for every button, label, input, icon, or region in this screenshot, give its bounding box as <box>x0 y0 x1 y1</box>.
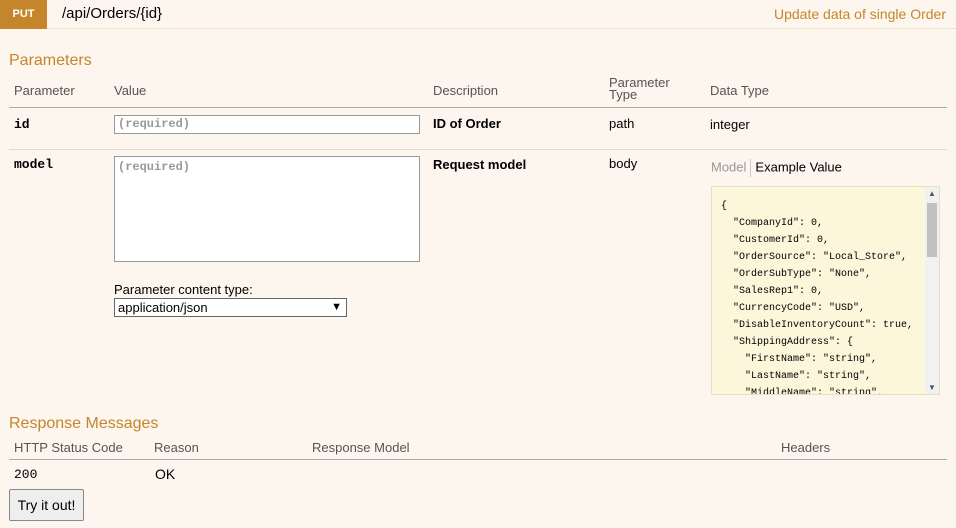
response-status-code: 200 <box>14 467 38 482</box>
column-http-status-code: HTTP Status Code <box>14 440 123 455</box>
content-type-select[interactable]: application/json ▼ <box>114 298 347 317</box>
tab-example-value[interactable]: Example Value <box>755 159 841 174</box>
column-parameter: Parameter <box>14 83 75 98</box>
param-name-model: model <box>14 157 54 172</box>
example-value-snippet[interactable]: { "CompanyId": 0, "CustomerId": 0, "Orde… <box>711 186 940 395</box>
content-type-value: application/json <box>118 300 208 315</box>
param-datatype-id: integer <box>710 117 750 132</box>
try-it-out-button[interactable]: Try it out! <box>9 489 84 521</box>
param-type-id: path <box>609 116 635 131</box>
endpoint-path[interactable]: /api/Orders/{id} <box>62 5 162 22</box>
response-messages-heading: Response Messages <box>9 415 159 432</box>
column-description: Description <box>433 83 499 98</box>
param-description-id: ID of Order <box>433 116 501 131</box>
tab-model[interactable]: Model <box>711 159 746 174</box>
column-parameter-type: Parameter Type <box>609 75 670 102</box>
chevron-down-icon: ▼ <box>331 301 342 313</box>
response-reason: OK <box>155 466 176 482</box>
column-response-model: Response Model <box>312 440 410 455</box>
column-value: Value <box>114 83 147 98</box>
snippet-scrollbar[interactable]: ▲ ▼ <box>925 187 939 394</box>
tab-separator <box>750 159 752 177</box>
response-header-divider <box>9 459 947 460</box>
example-json: { "CompanyId": 0, "CustomerId": 0, "Orde… <box>721 201 914 395</box>
http-method-badge: PUT <box>0 0 47 29</box>
column-data-type: Data Type <box>710 83 770 98</box>
scroll-up-arrow-icon[interactable]: ▲ <box>928 189 936 198</box>
param-type-model: body <box>609 156 638 171</box>
column-headers: Headers <box>781 440 831 455</box>
model-tabs: Model Example Value <box>711 159 842 177</box>
operation-header[interactable]: PUT /api/Orders/{id} Update data of sing… <box>0 0 956 29</box>
scroll-thumb[interactable] <box>927 203 937 257</box>
parameters-heading: Parameters <box>9 52 92 69</box>
param-description-model: Request model <box>433 157 527 172</box>
model-textarea[interactable]: (required) <box>114 156 420 262</box>
id-input[interactable]: (required) <box>114 115 420 134</box>
operation-summary[interactable]: Update data of single Order <box>774 6 946 22</box>
table-header-divider <box>9 107 947 108</box>
scroll-down-arrow-icon[interactable]: ▼ <box>928 383 936 392</box>
row-divider <box>9 149 947 150</box>
content-type-label: Parameter content type: <box>114 282 253 297</box>
column-reason: Reason <box>154 440 199 455</box>
param-name-id: id <box>14 117 30 132</box>
